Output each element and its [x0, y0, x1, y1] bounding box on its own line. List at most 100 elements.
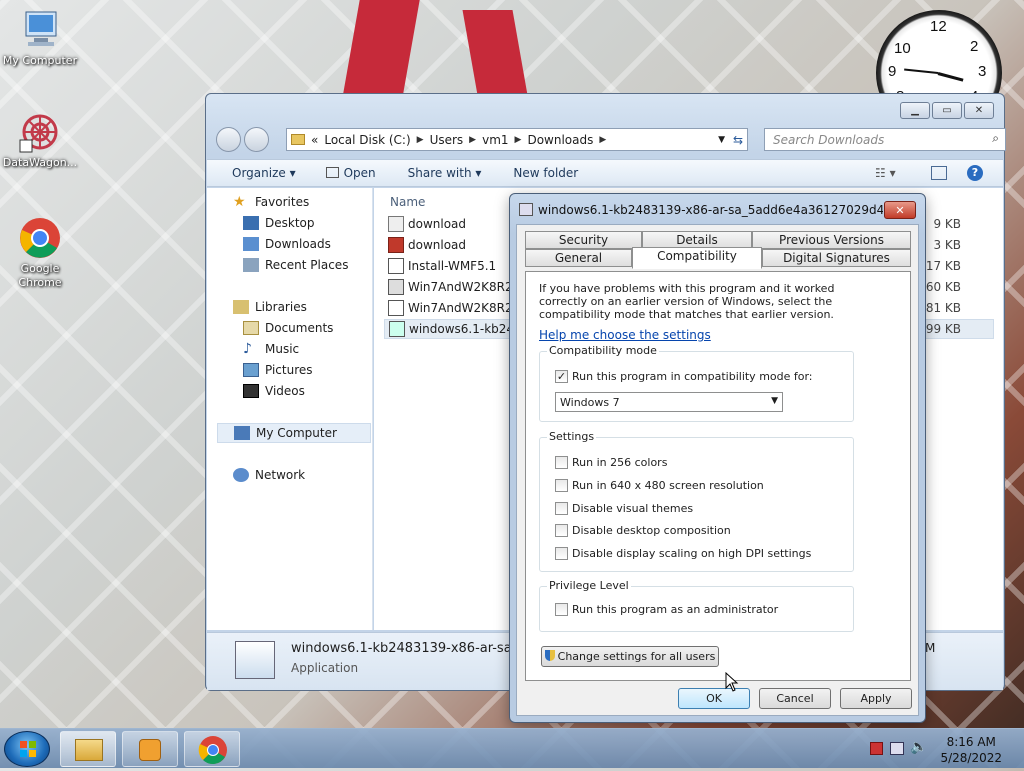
compatibility-os-select[interactable]: Windows 7 ▼	[555, 392, 783, 412]
dialog-close-button[interactable]: ✕	[884, 201, 916, 219]
close-button[interactable]: ✕	[964, 102, 994, 119]
preview-pane-icon[interactable]	[931, 166, 947, 180]
nav-pictures[interactable]: Pictures	[243, 360, 313, 380]
volume-icon[interactable]: 🔈	[910, 739, 927, 755]
nav-videos[interactable]: Videos	[243, 381, 305, 401]
breadcrumb-users[interactable]: Users	[430, 133, 464, 147]
file-row[interactable]: Win7AndW2K8R2-	[388, 277, 517, 297]
ok-button[interactable]: OK	[678, 688, 750, 709]
nav-recent-places[interactable]: Recent Places	[243, 255, 348, 275]
new-folder-button[interactable]: New folder	[493, 166, 590, 180]
breadcrumb-vm1[interactable]: vm1	[482, 133, 508, 147]
nav-libraries[interactable]: Libraries	[233, 297, 307, 317]
desktop-icon-label: DataWagon...	[2, 156, 78, 169]
cancel-button[interactable]: Cancel	[759, 688, 831, 709]
share-with-button[interactable]: Share with ▾	[388, 166, 494, 180]
file-size: 60 KB	[925, 280, 961, 294]
file-row[interactable]: download	[388, 235, 466, 255]
address-dropdown-icon[interactable]: ▼	[718, 135, 725, 145]
star-icon: ★	[233, 194, 246, 210]
nav-favorites[interactable]: ★ Favorites	[233, 192, 309, 212]
chevron-right-icon[interactable]: ▶	[417, 135, 424, 145]
group-label: Compatibility mode	[547, 344, 659, 357]
file-row[interactable]: Install-WMF5.1	[388, 256, 496, 276]
nav-label: Videos	[265, 384, 305, 398]
desktop-icon-datawagon[interactable]: DataWagon...	[0, 110, 80, 170]
nav-desktop[interactable]: Desktop	[243, 213, 315, 233]
view-options-icon[interactable]: ☷ ▾	[875, 166, 896, 180]
run-256-colors-checkbox[interactable]: Run in 256 colors	[555, 456, 667, 469]
open-label: Open	[343, 166, 376, 180]
chevron-right-icon[interactable]: ▶	[599, 135, 606, 145]
forward-button[interactable]	[244, 127, 269, 152]
nav-label: Network	[255, 468, 306, 482]
run-640x480-checkbox[interactable]: Run in 640 x 480 screen resolution	[555, 479, 764, 492]
tab-security[interactable]: Security	[525, 231, 642, 249]
minimize-button[interactable]: ▁	[900, 102, 930, 119]
clock-date: 5/28/2022	[940, 751, 1002, 765]
tab-digital-signatures[interactable]: Digital Signatures	[762, 249, 911, 267]
group-label: Settings	[547, 430, 597, 443]
checkbox[interactable]	[555, 456, 568, 469]
file-name: Win7AndW2K8R2-	[408, 301, 517, 315]
checkbox[interactable]	[555, 603, 568, 616]
run-as-administrator-checkbox[interactable]: Run this program as an administrator	[555, 603, 778, 616]
breadcrumb-local-disk[interactable]: Local Disk (C:)	[324, 133, 410, 147]
navigation-bar: « Local Disk (C:) ▶ Users ▶ vm1 ▶ Downloads…	[216, 127, 1006, 153]
file-row[interactable]: Win7AndW2K8R2-	[388, 298, 517, 318]
taskbar-explorer[interactable]	[60, 731, 116, 767]
taskbar-clock[interactable]: 8:16 AM 5/28/2022	[940, 734, 1002, 766]
network-icon	[233, 468, 249, 482]
maximize-button[interactable]: ▭	[932, 102, 962, 119]
nav-music[interactable]: ♪ Music	[243, 339, 299, 359]
network-icon[interactable]	[890, 742, 904, 755]
back-button[interactable]	[216, 127, 241, 152]
tab-previous-versions[interactable]: Previous Versions	[752, 231, 911, 249]
group-label: Privilege Level	[547, 579, 631, 592]
action-center-icon[interactable]	[870, 742, 883, 755]
file-row[interactable]: download	[388, 214, 466, 234]
file-icon	[388, 300, 404, 316]
search-input[interactable]: Search Downloads ⌕	[764, 128, 1006, 151]
checkbox-checked[interactable]: ✓	[555, 370, 568, 383]
disable-desktop-composition-checkbox[interactable]: Disable desktop composition	[555, 524, 731, 537]
taskbar-chrome[interactable]	[184, 731, 240, 767]
breadcrumb-downloads[interactable]: Downloads	[527, 133, 593, 147]
checkbox-label: Run in 640 x 480 screen resolution	[572, 479, 764, 492]
chevron-right-icon[interactable]: ▶	[515, 135, 522, 145]
apply-button[interactable]: Apply	[840, 688, 912, 709]
desktop-icon-my-computer[interactable]: My Computer	[0, 8, 80, 68]
nav-downloads[interactable]: Downloads	[243, 234, 331, 254]
chevron-right-icon[interactable]: ▶	[469, 135, 476, 145]
nav-documents[interactable]: Documents	[243, 318, 333, 338]
address-bar[interactable]: « Local Disk (C:) ▶ Users ▶ vm1 ▶ Downloads…	[286, 128, 748, 151]
help-choose-settings-link[interactable]: Help me choose the settings	[539, 328, 711, 342]
checkbox[interactable]	[555, 524, 568, 537]
tab-compatibility[interactable]: Compatibility	[632, 247, 762, 269]
checkbox[interactable]	[555, 502, 568, 515]
shield-icon	[544, 650, 555, 661]
checkbox[interactable]	[555, 479, 568, 492]
refresh-icon[interactable]: ⇆	[733, 133, 743, 147]
recent-places-icon	[243, 258, 259, 272]
properties-dialog[interactable]: windows6.1-kb2483139-x86-ar-sa_5add6e4a3…	[509, 193, 926, 723]
breadcrumb-prefix[interactable]: «	[311, 133, 318, 147]
open-button[interactable]: Open	[308, 166, 388, 180]
disable-dpi-scaling-checkbox[interactable]: Disable display scaling on high DPI sett…	[555, 547, 811, 560]
dialog-app-icon	[519, 203, 533, 216]
checkbox[interactable]	[555, 547, 568, 560]
start-button[interactable]	[4, 731, 50, 767]
desktop-icon-google-chrome[interactable]: Google Chrome	[0, 216, 80, 290]
nav-network[interactable]: Network	[233, 465, 305, 485]
nav-my-computer[interactable]: My Computer	[217, 423, 371, 443]
compatibility-mode-checkbox[interactable]: ✓ Run this program in compatibility mode…	[555, 370, 813, 383]
help-icon[interactable]: ?	[967, 165, 983, 181]
organize-button[interactable]: Organize ▾	[207, 166, 308, 180]
nav-label: Recent Places	[265, 258, 349, 272]
column-header-name[interactable]: Name	[390, 195, 425, 209]
change-settings-all-users-button[interactable]: Change settings for all users	[541, 646, 719, 667]
disable-visual-themes-checkbox[interactable]: Disable visual themes	[555, 502, 693, 515]
pictures-icon	[243, 363, 259, 377]
taskbar-media-player[interactable]	[122, 731, 178, 767]
tab-general[interactable]: General	[525, 249, 632, 267]
